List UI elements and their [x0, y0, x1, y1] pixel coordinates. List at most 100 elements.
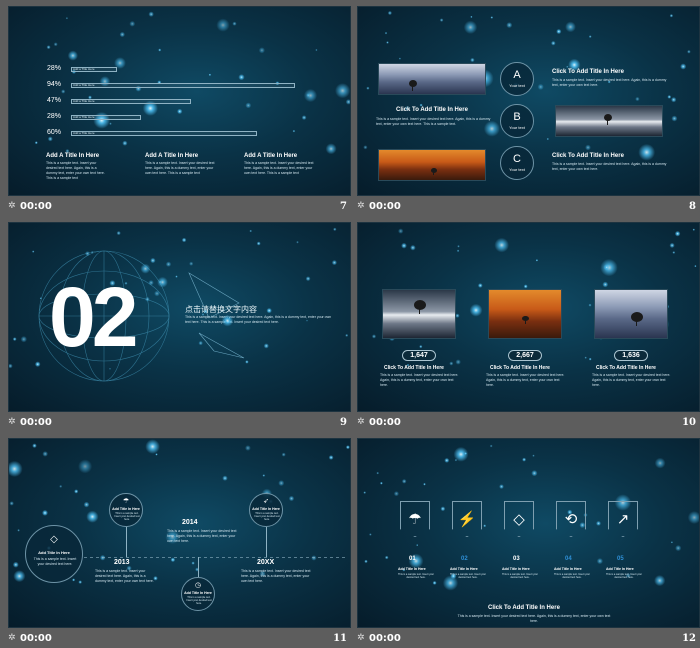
footer-body: This is a sample text. Insert your desir… — [457, 614, 611, 623]
star-transition-icon[interactable]: ✲ — [8, 201, 16, 211]
side-title: Click To Add Title In Here — [552, 153, 624, 159]
sunset-photo — [488, 289, 562, 339]
stat-badge: 2,667 — [508, 350, 542, 361]
slide-footer: ✲ 00:00 10 — [357, 415, 700, 432]
bar-label: Add a Title Here — [73, 115, 95, 119]
step-body: This is a sample text. Insert your desir… — [606, 573, 642, 579]
diamond-icon: ◇ — [50, 534, 58, 545]
step-body: This is a sample text. Insert your desir… — [502, 573, 538, 579]
bar-pct: 28% — [47, 113, 62, 120]
step-shield[interactable]: ☂ — [400, 501, 430, 537]
step-number: 05 — [617, 556, 624, 562]
section-number: 02 — [49, 270, 138, 364]
item-title: Click To Add Title In Here — [384, 365, 444, 371]
step-title: Add Title In Here — [450, 567, 478, 571]
step-shield[interactable]: ↗ — [608, 501, 638, 537]
center-title: Click To Add Title In Here — [396, 107, 468, 113]
year-label: 2013 — [114, 559, 130, 566]
slide-footer: ✲ 00:00 12 — [357, 631, 700, 648]
column-body: This is a sample text. Insert your desir… — [145, 161, 215, 175]
year-label: 20XX — [257, 559, 275, 566]
slide-10-canvas[interactable]: 1,647 2,667 1,636 Click To Add Title In … — [357, 222, 700, 412]
slide-number: 12 — [682, 633, 696, 644]
slide-timing: 00:00 — [20, 417, 52, 428]
item-body: This is a sample text. Insert your desir… — [380, 373, 459, 387]
circle-sub: Your text — [509, 83, 525, 88]
timeline-node[interactable]: ➶ Add Title In Here This is a sample tex… — [249, 493, 283, 527]
slide-footer: ✲ 00:00 7 — [8, 199, 351, 216]
node-title: Add Title In Here — [38, 550, 70, 555]
lake-photo — [555, 105, 663, 137]
step-shield[interactable]: ⚡ — [452, 501, 482, 537]
side-body: This is a sample text. Insert your desir… — [552, 78, 667, 87]
footer-title: Click To Add Title In Here — [488, 605, 560, 611]
slide-number: 10 — [682, 417, 696, 428]
history-clock-icon: ⟲ — [564, 511, 578, 528]
column-title: Add A Title In Here — [46, 153, 100, 159]
option-circle-c[interactable]: C Your text — [500, 146, 534, 180]
side-body: This is a sample text. Insert your desir… — [552, 162, 667, 171]
node-title: Add Title In Here — [184, 591, 212, 595]
node-body: This is a sample text. Insert your desir… — [114, 512, 140, 521]
slide-thumb-7[interactable]: 28% Add a Title Here 94% Add a Title Her… — [8, 6, 351, 218]
slide-timing: 00:00 — [20, 633, 52, 644]
step-number: 04 — [565, 556, 572, 562]
slide-thumb-10[interactable]: 1,647 2,667 1,636 Click To Add Title In … — [357, 222, 700, 434]
slide-timing: 00:00 — [369, 633, 401, 644]
progress-bar — [71, 83, 295, 88]
star-transition-icon[interactable]: ✲ — [8, 417, 16, 427]
bar-label: Add a Title Here — [73, 131, 95, 135]
step-body: This is a sample text. Insert your desir… — [398, 573, 434, 579]
circle-letter: B — [513, 111, 521, 123]
slide-thumb-9[interactable]: 02 点击请替换文字内容 This is a sample text. Inse… — [8, 222, 351, 434]
slide-number: 8 — [689, 201, 696, 212]
star-transition-icon[interactable]: ✲ — [357, 417, 365, 427]
slide-thumb-12[interactable]: ☂ 01 Add Title In Here This is a sample tex… — [357, 438, 700, 648]
timeline-node[interactable]: ☂ Add Title In Here This is a sample tex… — [109, 493, 143, 527]
bar-label: Add a Title Here — [73, 83, 95, 87]
rocket-icon: ➶ — [263, 498, 269, 505]
stat-badge: 1,647 — [402, 350, 436, 361]
slide-12-canvas[interactable]: ☂ 01 Add Title In Here This is a sample tex… — [357, 438, 700, 628]
step-number: 02 — [461, 556, 468, 562]
step-number: 01 — [409, 556, 416, 562]
slide-8-canvas[interactable]: A Your text B Your text C Your text Clic… — [357, 6, 700, 196]
umbrella-icon: ☂ — [408, 511, 422, 528]
slide-number: 11 — [333, 633, 347, 644]
slide-7-canvas[interactable]: 28% Add a Title Here 94% Add a Title Her… — [8, 6, 351, 196]
slide-number: 7 — [340, 201, 347, 212]
option-circle-a[interactable]: A Your text — [500, 62, 534, 96]
node-title: Add Title In Here — [252, 507, 280, 511]
circle-sub: Your text — [509, 167, 525, 172]
slide-thumb-8[interactable]: A Your text B Your text C Your text Clic… — [357, 6, 700, 218]
circle-letter: A — [513, 69, 521, 81]
step-shield[interactable]: ⟲ — [556, 501, 586, 537]
circle-letter: C — [513, 153, 521, 165]
trend-arrow-icon: ↗ — [616, 511, 630, 528]
slide-9-canvas[interactable]: 02 点击请替换文字内容 This is a sample text. Inse… — [8, 222, 351, 412]
star-transition-icon[interactable]: ✲ — [8, 633, 16, 643]
option-circle-b[interactable]: B Your text — [500, 104, 534, 138]
slide-timing: 00:00 — [20, 201, 52, 212]
step-title: Add Title In Here — [554, 567, 582, 571]
year-body: This is a sample text. Insert your desir… — [241, 569, 311, 583]
slide-11-canvas[interactable]: ◇ Add Title In Here This is a sample tex… — [8, 438, 351, 628]
slide-footer: ✲ 00:00 11 — [8, 631, 351, 648]
timeline-node-main[interactable]: ◇ Add Title In Here This is a sample tex… — [25, 525, 83, 583]
item-body: This is a sample text. Insert your desir… — [486, 373, 565, 387]
column-title: Add A Title In Here — [244, 153, 298, 159]
slide-thumb-11[interactable]: ◇ Add Title In Here This is a sample tex… — [8, 438, 351, 648]
step-shield[interactable]: ◇ — [504, 501, 534, 537]
item-body: This is a sample text. Insert your desir… — [592, 373, 671, 387]
item-title: Click To Add Title In Here — [596, 365, 656, 371]
column-body: This is a sample text. Insert your desir… — [46, 161, 105, 180]
tree-photo — [378, 63, 486, 95]
stat-badge: 1,636 — [614, 350, 648, 361]
sunset-photo — [378, 149, 486, 181]
node-body: This is a sample text. Insert your desir… — [186, 596, 212, 605]
clock-icon: ◷ — [194, 582, 202, 589]
timeline-node[interactable]: ◷ Add Title In Here This is a sample tex… — [181, 577, 215, 611]
star-transition-icon[interactable]: ✲ — [357, 633, 365, 643]
center-body: This is a sample text. Insert your desir… — [376, 117, 491, 126]
star-transition-icon[interactable]: ✲ — [357, 201, 365, 211]
